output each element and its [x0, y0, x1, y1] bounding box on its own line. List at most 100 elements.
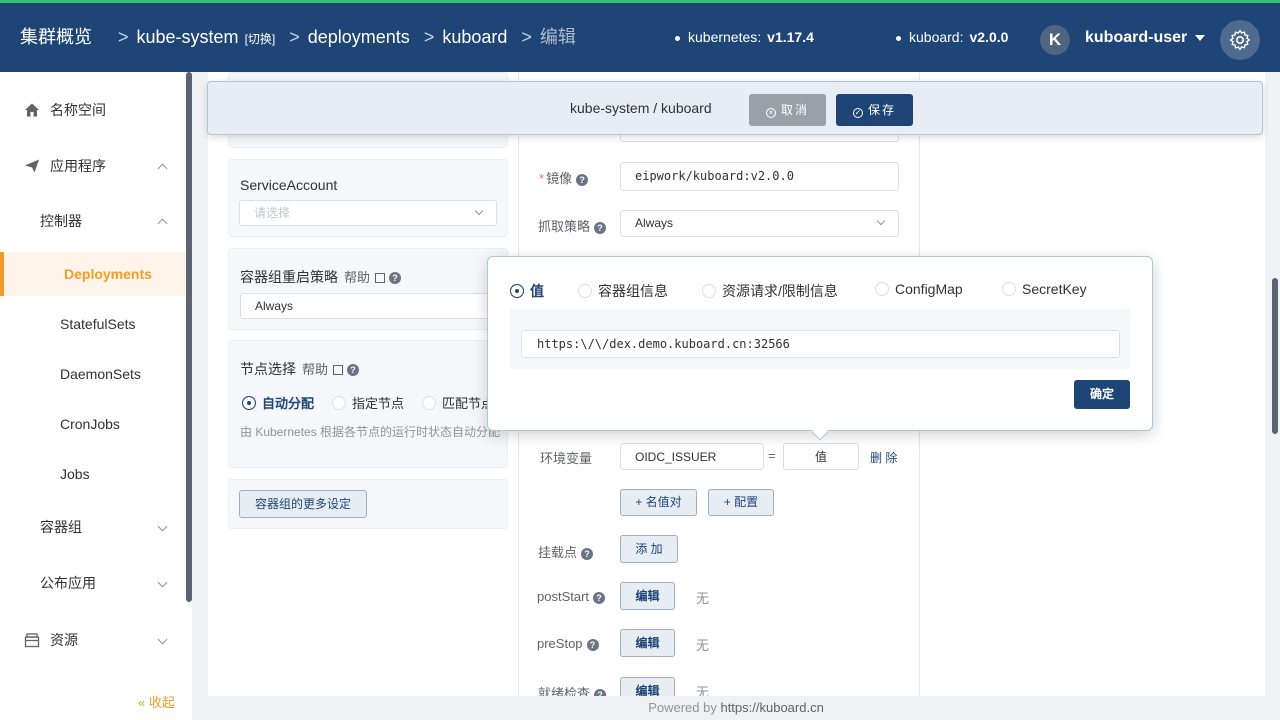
- question-icon[interactable]: ?: [581, 547, 594, 560]
- radio-label: 自动分配: [262, 396, 315, 411]
- kuboard-label: kuboard:: [909, 29, 964, 45]
- sidebar-item-resources[interactable]: 资源: [0, 618, 186, 662]
- breadcrumb-separator: >: [423, 27, 435, 47]
- sidebar-item-controllers[interactable]: 控制器: [0, 199, 186, 243]
- radio-label: SecretKey: [1022, 281, 1087, 297]
- sidebar-item-apps[interactable]: 应用程序: [0, 144, 186, 188]
- question-icon[interactable]: ?: [586, 638, 599, 651]
- service-account-card: ServiceAccount 请选择: [228, 159, 508, 237]
- sidebar-item-jobs[interactable]: Jobs: [0, 452, 186, 496]
- sidebar-item-cronjobs[interactable]: CronJobs: [0, 402, 186, 446]
- sidebar-item-label: DaemonSets: [60, 366, 141, 382]
- add-config-button[interactable]: + 配置: [708, 489, 774, 516]
- radio-label: 指定节点: [352, 396, 405, 411]
- kubernetes-version: kubernetes: v1.17.4: [675, 29, 814, 45]
- env-name-input[interactable]: OIDC_ISSUER: [620, 443, 764, 470]
- sidebar-scrollbar[interactable]: [186, 72, 192, 602]
- radio-circle: [242, 395, 256, 410]
- footer-link[interactable]: https://kuboard.cn: [720, 700, 823, 715]
- sidebar-item-deployments[interactable]: Deployments: [0, 252, 186, 296]
- breadcrumb-namespace[interactable]: kube-system: [137, 27, 239, 48]
- image-label: * 镜像?: [539, 168, 589, 187]
- more-settings-button[interactable]: 容器组的更多设定: [239, 490, 367, 518]
- sidebar-item-namespace[interactable]: 名称空间: [0, 88, 186, 132]
- restart-policy-select[interactable]: Always: [240, 293, 502, 319]
- env-value-button[interactable]: 值: [783, 443, 859, 470]
- add-mount-button[interactable]: 添 加: [620, 535, 678, 563]
- pull-policy-label: 抓取策略?: [538, 216, 607, 235]
- radio-pod-info[interactable]: 容器组信息: [578, 281, 668, 301]
- sidebar-item-statefulsets[interactable]: StatefulSets: [0, 302, 186, 346]
- pull-policy-value: Always: [635, 216, 674, 230]
- chevron-up-icon: [157, 163, 168, 174]
- breadcrumb-kuboard[interactable]: kuboard: [442, 27, 507, 48]
- pull-policy-select[interactable]: Always: [620, 210, 899, 237]
- home-icon: [25, 103, 39, 117]
- prestop-value: 无: [696, 638, 710, 653]
- question-icon[interactable]: ?: [347, 364, 360, 377]
- save-label: 保存: [867, 103, 896, 117]
- prestop-label-text: preStop: [537, 636, 583, 651]
- help-link[interactable]: 帮助: [302, 362, 328, 377]
- content-scrollbar[interactable]: [1272, 278, 1278, 434]
- poststart-edit-button[interactable]: 编辑: [620, 582, 675, 610]
- radio-resource-info[interactable]: 资源请求/限制信息: [702, 281, 838, 301]
- breadcrumb-cluster[interactable]: 集群概览: [20, 23, 92, 49]
- help-link[interactable]: 帮助: [344, 270, 370, 285]
- gear-icon: [1229, 29, 1251, 51]
- sidebar-item-label: CronJobs: [60, 416, 120, 432]
- collapse-sidebar-button[interactable]: « 收起: [138, 692, 175, 711]
- namespace-switch-link[interactable]: [切换]: [245, 30, 276, 47]
- readiness-edit-button[interactable]: 编辑: [620, 677, 675, 696]
- radio-label: ConfigMap: [895, 281, 963, 297]
- radio-secretkey[interactable]: SecretKey: [1002, 281, 1087, 297]
- breadcrumb-separator: >: [521, 27, 532, 47]
- sidebar-item-publish[interactable]: 公布应用: [0, 561, 186, 605]
- radio-auto-assign[interactable]: 自动分配: [242, 393, 314, 412]
- collapse-label: 收起: [148, 695, 175, 710]
- radio-configmap[interactable]: ConfigMap: [875, 281, 963, 297]
- sidebar-item-daemonsets[interactable]: DaemonSets: [0, 352, 186, 396]
- node-selection-title: 节点选择: [240, 361, 296, 377]
- footer-powered: Powered by: [648, 700, 717, 715]
- readiness-label: 就绪检查?: [538, 683, 607, 696]
- radio-value[interactable]: 值: [510, 281, 544, 301]
- chevron-down-icon: [157, 634, 168, 645]
- env-value-textarea[interactable]: https:\/\/dex.demo.kuboard.cn:32566: [521, 330, 1120, 358]
- image-input[interactable]: eipwork/kuboard:v2.0.0: [620, 162, 899, 191]
- sidebar-item-pods[interactable]: 容器组: [0, 505, 186, 549]
- pull-policy-label-text: 抓取策略: [538, 219, 591, 234]
- question-icon[interactable]: ?: [594, 688, 607, 696]
- mount-label-text: 挂载点: [538, 545, 578, 560]
- question-icon[interactable]: ?: [576, 173, 589, 186]
- chevron-down-icon: [157, 521, 168, 532]
- kuboard-version: kuboard: v2.0.0: [896, 29, 1008, 45]
- kuboard-version-value: v2.0.0: [969, 29, 1009, 45]
- radio-specified-node[interactable]: 指定节点: [332, 393, 404, 412]
- env-value-popover: 值 容器组信息 资源请求/限制信息 ConfigMap SecretKey ht…: [487, 256, 1153, 441]
- env-delete-link[interactable]: 删 除: [870, 449, 897, 466]
- confirm-button[interactable]: 确定: [1074, 380, 1130, 409]
- breadcrumb: 集群概览 > kube-system [切换] > deployments > …: [20, 23, 576, 49]
- prestop-edit-button[interactable]: 编辑: [620, 629, 675, 657]
- env-equals: =: [768, 448, 776, 463]
- user-menu[interactable]: kuboard-user: [1085, 29, 1206, 47]
- radio-label: 容器组信息: [598, 283, 668, 299]
- question-icon[interactable]: ?: [593, 591, 606, 604]
- save-button[interactable]: ✓ 保存: [836, 94, 913, 126]
- breadcrumb-deployments[interactable]: deployments: [308, 27, 410, 48]
- avatar[interactable]: K: [1040, 25, 1070, 55]
- question-icon[interactable]: ?: [594, 221, 607, 234]
- chevron-down-icon: [157, 577, 168, 588]
- node-selection-hint: 由 Kubernetes 根据各节点的运行时状态自动分配: [240, 425, 501, 439]
- service-account-select[interactable]: 请选择: [239, 200, 497, 226]
- poststart-value: 无: [696, 591, 710, 606]
- radio-label: 资源请求/限制信息: [722, 283, 838, 299]
- chevron-up-icon: [157, 218, 168, 229]
- question-icon[interactable]: ?: [389, 272, 402, 285]
- poststart-label: postStart?: [537, 589, 606, 604]
- settings-button[interactable]: [1220, 20, 1260, 60]
- add-name-value-button[interactable]: + 名值对: [620, 489, 697, 516]
- radio-match-node[interactable]: 匹配节点: [422, 393, 494, 412]
- cancel-button[interactable]: × 取消: [749, 94, 826, 126]
